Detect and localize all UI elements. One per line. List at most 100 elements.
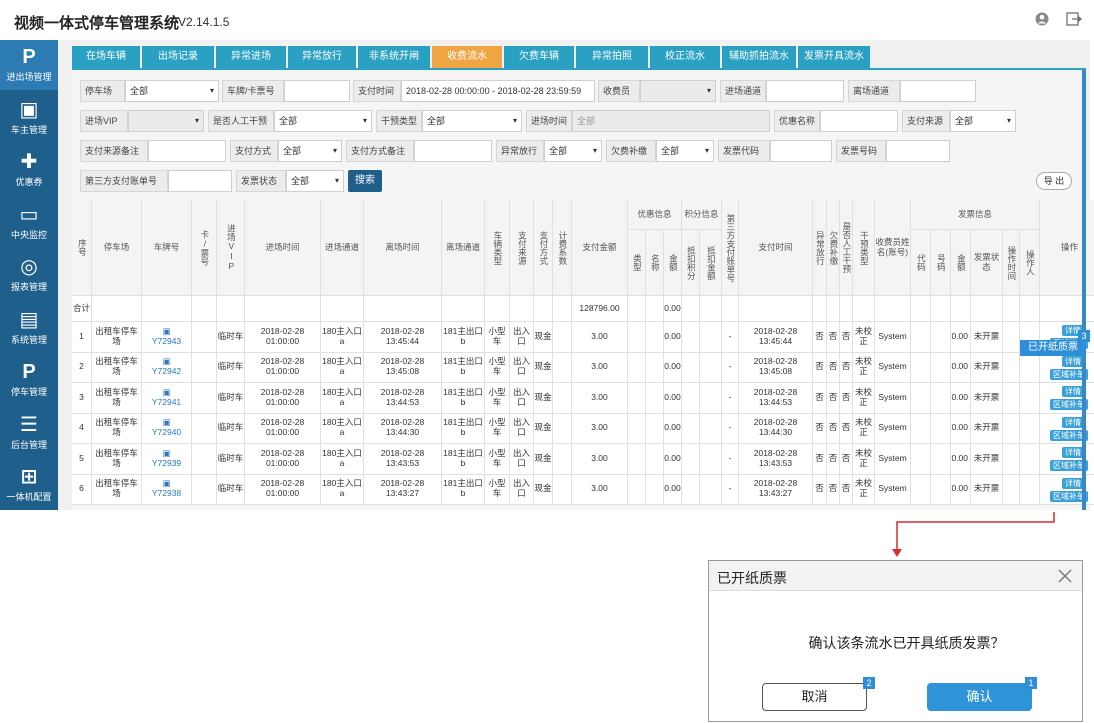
- detail-button[interactable]: 详情: [1062, 355, 1084, 367]
- manual-select[interactable]: 全部 ▾: [274, 110, 372, 132]
- export-button[interactable]: 导 出: [1036, 172, 1072, 190]
- table-cell-i_operator: [1020, 383, 1040, 414]
- car-photo-icon[interactable]: ▣: [162, 387, 170, 397]
- intime-input[interactable]: 全部: [572, 110, 770, 132]
- table-cell-pay_method: 现金: [534, 322, 553, 353]
- car-photo-icon[interactable]: ▣: [162, 326, 170, 336]
- table-cell-arrears: 否: [827, 444, 840, 475]
- plate-link[interactable]: Y72940: [152, 427, 181, 437]
- user-icon[interactable]: [1035, 12, 1049, 26]
- total-cell: [553, 296, 572, 322]
- table-cell-out_lane: 181主出口b: [442, 383, 485, 414]
- vip-select[interactable]: ▾: [128, 110, 204, 132]
- table-cell-card: [192, 352, 217, 383]
- tab-2[interactable]: 异常进场: [216, 46, 286, 68]
- table-cell-manual: 否: [840, 352, 853, 383]
- method-select[interactable]: 全部 ▾: [278, 140, 342, 162]
- collector-select[interactable]: ▾: [640, 80, 716, 102]
- table-cell-out_lane: 181主出口b: [442, 322, 485, 353]
- detail-button[interactable]: 详情: [1062, 477, 1084, 489]
- out-lane-input[interactable]: [900, 80, 976, 102]
- cancel-button[interactable]: 取消: [762, 683, 867, 711]
- logout-icon[interactable]: [1066, 12, 1082, 26]
- tab-6[interactable]: 欠费车辆: [504, 46, 574, 68]
- invoice-state-select[interactable]: 全部 ▾: [286, 170, 344, 192]
- chevron-down-icon: ▾: [592, 146, 597, 155]
- sidebar-item-3[interactable]: ▭ 中央监控: [0, 198, 58, 248]
- invoice-no-input[interactable]: [886, 140, 950, 162]
- table-cell-d_amount: 0.00: [664, 474, 682, 505]
- col-header-seq: 序号: [72, 200, 92, 296]
- sidebar-item-5[interactable]: ▤ 系统管理: [0, 303, 58, 353]
- tab-5[interactable]: 收费流水: [432, 46, 502, 68]
- tab-9[interactable]: 辅助抓拍流水: [722, 46, 796, 68]
- paytime-input[interactable]: 2018-02-28 00:00:00 - 2018-02-28 23:59:5…: [401, 80, 595, 102]
- plate-link[interactable]: Y72941: [152, 397, 181, 407]
- table-cell-d_amount: 0.00: [664, 413, 682, 444]
- paper-invoice-callout[interactable]: 已开纸质票: [1020, 340, 1086, 356]
- car-photo-icon[interactable]: ▣: [162, 356, 170, 367]
- plate-link[interactable]: Y72938: [152, 488, 181, 498]
- car-photo-icon[interactable]: ▣: [162, 417, 170, 428]
- detail-button[interactable]: 详情: [1062, 386, 1084, 397]
- tab-7[interactable]: 异常拍照: [576, 46, 648, 68]
- invoice-code-input[interactable]: [770, 140, 832, 162]
- source-note-input[interactable]: [148, 140, 226, 162]
- table-cell-in_time: 2018-02-28 01:00:00: [245, 352, 321, 383]
- tab-4[interactable]: 非系统开闸: [358, 46, 430, 68]
- table-cell-pay_time: 2018-02-28 13:43:27: [739, 474, 813, 505]
- arrears-select[interactable]: 全部 ▾: [656, 140, 714, 162]
- tab-1[interactable]: 出场记录: [142, 46, 214, 68]
- abnormal-select[interactable]: 全部 ▾: [544, 140, 602, 162]
- parking-select[interactable]: 全部 ▾: [125, 80, 219, 102]
- sidebar-item-2[interactable]: ✚ 优惠券: [0, 145, 58, 195]
- detail-button[interactable]: 详情: [1062, 416, 1084, 428]
- sidebar-item-4[interactable]: ◎ 报表管理: [0, 250, 58, 300]
- table-cell-abnormal: 否: [813, 383, 827, 414]
- table-cell-arrears: 否: [827, 474, 840, 505]
- tab-8[interactable]: 校正流水: [650, 46, 720, 68]
- search-button[interactable]: 搜索: [348, 170, 382, 192]
- sidebar-item-label: 中央监控: [10, 229, 47, 240]
- third-party-bill-input[interactable]: [168, 170, 232, 192]
- sidebar-item-7[interactable]: ☰ 后台管理: [0, 408, 58, 458]
- plate-link[interactable]: Y72939: [152, 458, 181, 468]
- close-icon[interactable]: [1057, 568, 1073, 584]
- tab-0[interactable]: 在场车辆: [72, 46, 140, 68]
- discount-input[interactable]: [820, 110, 898, 132]
- total-cell: [628, 296, 646, 322]
- tab-10[interactable]: 发票开具流水: [798, 46, 870, 68]
- table-cell-i_state: 未开票: [971, 352, 1003, 383]
- table-cell-out_lane: 181主出口b: [442, 413, 485, 444]
- confirm-button[interactable]: 确认: [927, 683, 1032, 711]
- sidebar-item-1[interactable]: ▣ 车主管理: [0, 93, 58, 143]
- sidebar-item-label: 车主管理: [10, 124, 47, 135]
- method-note-input[interactable]: [414, 140, 492, 162]
- plate-link[interactable]: Y72942: [152, 366, 181, 376]
- sidebar-item-6[interactable]: P 停车管理: [0, 355, 58, 405]
- sidebar-item-8[interactable]: ⊞ 一体机配置: [0, 460, 58, 510]
- source-select[interactable]: 全部 ▾: [950, 110, 1016, 132]
- car-photo-icon[interactable]: ▣: [162, 478, 170, 489]
- plate-input[interactable]: [284, 80, 350, 102]
- table-cell-pay_method: 现金: [534, 352, 553, 383]
- col-header-intervene: 干预类型: [853, 200, 875, 296]
- table-cell-manual: 否: [840, 474, 853, 505]
- sidebar-item-0[interactable]: P 进出场管理: [0, 40, 58, 90]
- car-photo-icon[interactable]: ▣: [162, 448, 170, 458]
- col-header-i_code: 代码: [911, 230, 931, 296]
- vertical-scrollbar[interactable]: [1082, 70, 1086, 510]
- parking-select-value: 全部: [130, 86, 149, 96]
- total-cell: [217, 296, 245, 322]
- plate-link[interactable]: Y72943: [152, 336, 181, 346]
- table-cell-pay_source: 出入口: [510, 322, 534, 353]
- table-cell-pay_method: 现金: [534, 474, 553, 505]
- table-cell-car_type: 小型车: [485, 444, 510, 475]
- table-cell-intervene: 未校正: [853, 413, 875, 444]
- in-lane-input[interactable]: [766, 80, 844, 102]
- intervene-select[interactable]: 全部 ▾: [422, 110, 522, 132]
- tab-3[interactable]: 异常放行: [288, 46, 356, 68]
- group-header-points: 积分信息: [682, 200, 722, 230]
- detail-button[interactable]: 详情: [1062, 447, 1084, 458]
- table-cell-d_amount: 0.00: [664, 352, 682, 383]
